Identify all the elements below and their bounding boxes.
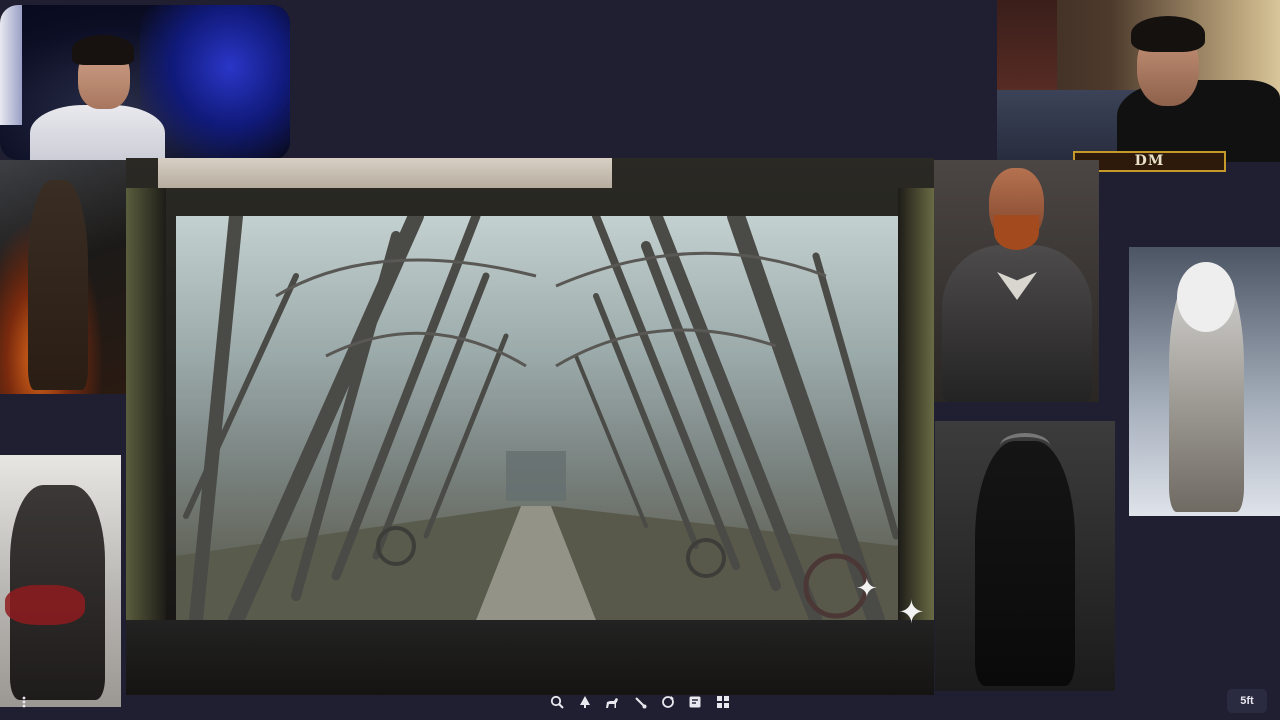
tree-icon xyxy=(579,696,590,708)
brush-button[interactable] xyxy=(629,691,651,713)
tiefling-horns xyxy=(1000,433,1050,459)
scene-image-forest-road[interactable] xyxy=(176,216,898,620)
character-portrait-tiefling[interactable] xyxy=(935,421,1115,691)
webcam-window xyxy=(0,5,22,125)
horse-icon xyxy=(606,698,619,708)
tiefling-figure xyxy=(975,441,1075,686)
character-portrait-rogue[interactable] xyxy=(0,160,130,394)
note-button[interactable] xyxy=(684,691,706,713)
fog-overlay xyxy=(176,216,898,620)
sparkle-icon: ✦ xyxy=(898,593,925,631)
warrior-beard xyxy=(994,215,1039,250)
grid-scale-button[interactable]: 5ft xyxy=(1227,689,1267,713)
character-portrait-elf[interactable] xyxy=(1129,247,1280,516)
menu-button[interactable] xyxy=(12,690,36,714)
dm-body xyxy=(1117,80,1280,162)
horse-button[interactable] xyxy=(601,691,623,713)
refresh-icon xyxy=(661,696,674,708)
brush-icon xyxy=(635,697,647,709)
elf-hair xyxy=(1177,262,1235,332)
character-portrait-knight[interactable] xyxy=(0,455,121,707)
dm-webcam xyxy=(997,0,1280,162)
tree-button[interactable] xyxy=(574,691,596,713)
grid-button[interactable] xyxy=(712,691,734,713)
bottom-toolbar xyxy=(540,688,740,716)
refresh-button[interactable] xyxy=(657,691,679,713)
rogue-figure xyxy=(28,180,88,390)
scene-frame-right-glow xyxy=(898,188,934,658)
note-icon xyxy=(689,696,701,708)
knight-blood xyxy=(5,585,85,625)
warrior-armor xyxy=(942,245,1092,402)
scene-paper-strip xyxy=(158,158,612,188)
scene-frame-ground xyxy=(126,620,934,695)
scene-frame-left-glow xyxy=(126,188,166,658)
player-webcam xyxy=(0,5,290,160)
forest-illustration xyxy=(176,216,898,620)
search-button[interactable] xyxy=(546,691,568,713)
dm-hair xyxy=(1131,16,1205,52)
search-icon xyxy=(550,695,564,709)
player-hair xyxy=(72,35,134,65)
sparkle-icon: ✦ xyxy=(856,574,878,604)
dm-background-curtain xyxy=(997,0,1057,100)
player-shirt xyxy=(30,105,165,160)
character-portrait-warrior[interactable] xyxy=(934,160,1099,402)
grid-icon xyxy=(716,696,729,708)
more-vertical-icon xyxy=(22,696,26,708)
